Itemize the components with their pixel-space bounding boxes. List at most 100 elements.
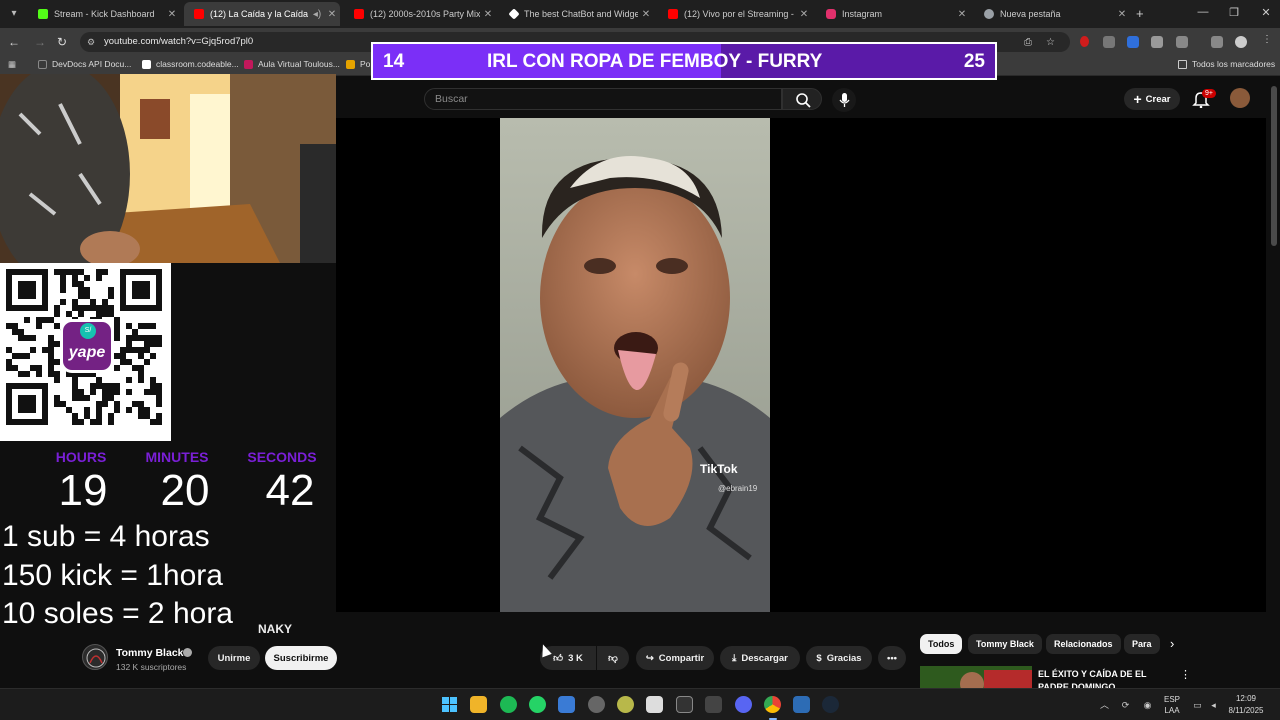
app-yellow-icon[interactable]	[617, 696, 634, 713]
tab-vivo-streaming[interactable]: (12) Vivo por el Streaming - Yo ✕	[658, 2, 812, 26]
obs-icon[interactable]	[588, 696, 605, 713]
timer-minutes-label: MINUTES	[145, 449, 209, 465]
new-tab-button[interactable]: +	[1136, 6, 1144, 21]
close-icon[interactable]: ✕	[164, 9, 180, 20]
close-icon[interactable]: ✕	[796, 9, 812, 20]
verified-check-icon	[183, 648, 192, 657]
tiktok-username: @ebrain19	[718, 484, 758, 493]
discord-icon[interactable]	[735, 696, 752, 713]
network-icon[interactable]: ▭	[1192, 700, 1203, 711]
search-button[interactable]	[782, 88, 822, 110]
video-player[interactable]: TikTok @ebrain19	[336, 118, 1266, 612]
speaker-icon[interactable]: ◂)	[310, 9, 324, 20]
close-icon[interactable]: ✕	[1114, 9, 1130, 20]
url-text[interactable]: youtube.com/watch?v=Gjq5rod7pl0	[104, 36, 253, 47]
window-close-icon[interactable]: ✕	[1256, 6, 1276, 19]
recommended-title[interactable]: EL ÉXITO Y CAÍDA DE EL PADRE DOMINGO	[1038, 668, 1178, 688]
whatsapp-icon[interactable]	[529, 696, 546, 713]
terminal-icon[interactable]	[676, 696, 693, 713]
photos-icon[interactable]	[558, 696, 575, 713]
rec-more-icon[interactable]: ⋮	[1180, 668, 1191, 681]
tab-new-tab[interactable]: Nueva pestaña ✕	[974, 2, 1130, 26]
dislike-button[interactable]: 👎︎	[597, 646, 629, 670]
spotify-icon[interactable]	[500, 696, 517, 713]
reload-icon[interactable]: ↻	[54, 34, 70, 50]
chrome-icon[interactable]	[764, 696, 781, 713]
install-app-icon[interactable]: ⎙	[1024, 37, 1032, 48]
tab-instagram[interactable]: Instagram ✕	[816, 2, 970, 26]
video-frame[interactable]: TikTok @ebrain19	[500, 118, 770, 612]
extension-blue-icon[interactable]	[1127, 36, 1139, 48]
close-icon[interactable]: ✕	[638, 9, 654, 20]
extensions-icon[interactable]	[1176, 36, 1188, 48]
notepad-icon[interactable]	[646, 696, 663, 713]
page-scrollbar[interactable]	[1271, 86, 1277, 246]
screen: ▾ Stream - Kick Dashboard ✕ (12) La Caíd…	[0, 0, 1280, 720]
bookmark-all-folder[interactable]: Todos los marcadores	[1178, 59, 1275, 69]
channel-name[interactable]: Tommy Black	[116, 647, 184, 659]
sync-icon[interactable]: ⟳	[1120, 700, 1131, 711]
close-icon[interactable]: ✕	[480, 9, 496, 20]
file-explorer-icon[interactable]	[470, 696, 487, 713]
extension-gray-icon[interactable]	[1103, 36, 1115, 48]
volume-icon[interactable]: ◂	[1208, 700, 1219, 711]
aula-icon	[244, 59, 253, 69]
forward-icon[interactable]: →	[32, 34, 48, 50]
tray-mic-icon[interactable]: ◉	[1142, 700, 1153, 711]
close-icon[interactable]: ✕	[954, 9, 970, 20]
timer-seconds-value: 42	[265, 466, 315, 515]
tray-overflow-icon[interactable]: ︿	[1099, 700, 1110, 711]
tab-kick-dashboard[interactable]: Stream - Kick Dashboard ✕	[28, 2, 180, 26]
tab-party-mix[interactable]: (12) 2000s-2010s Party Mix | - ✕	[344, 2, 496, 26]
steam-icon[interactable]	[822, 696, 839, 713]
app-window-icon[interactable]	[793, 696, 810, 713]
keyboard-layout[interactable]: LAA	[1160, 706, 1184, 715]
thanks-button[interactable]: $ Gracias	[806, 646, 872, 670]
bookmark-star-icon[interactable]: ☆	[1046, 37, 1055, 48]
recommended-thumbnail[interactable]	[920, 666, 1032, 690]
site-info-icon[interactable]: ⚙	[87, 35, 97, 49]
channel-avatar[interactable]	[82, 644, 108, 670]
youtube-icon	[194, 9, 204, 19]
minimize-icon[interactable]: —	[1193, 6, 1213, 18]
clock-date[interactable]: 8/11/2025	[1222, 706, 1270, 715]
back-icon[interactable]: ←	[6, 34, 22, 50]
download-button[interactable]: ⤓ Descargar	[720, 646, 800, 670]
chip-para[interactable]: Para	[1124, 634, 1160, 654]
more-actions-button[interactable]: •••	[878, 646, 906, 670]
clock-time[interactable]: 12:09	[1226, 694, 1266, 703]
bookmark-aula-virtual[interactable]: Aula Virtual Toulous...	[244, 59, 340, 69]
bookmark-devdocs[interactable]: DevDocs API Docu...	[38, 59, 131, 69]
language-code[interactable]: ESP	[1160, 695, 1184, 704]
chip-relacionados[interactable]: Relacionados	[1046, 634, 1121, 654]
tab-list-icon[interactable]: ▾	[6, 6, 22, 22]
rule-kick: 150 kick = 1hora	[2, 559, 223, 592]
bookmark-po[interactable]: Po	[346, 59, 370, 69]
join-button[interactable]: Unirme	[208, 646, 260, 670]
globe-icon	[984, 9, 994, 19]
menu-kebab-icon[interactable]: ⋮	[1262, 34, 1272, 45]
tab-chatbot[interactable]: The best ChatBot and Widgets ✕	[500, 2, 654, 26]
create-button[interactable]: + Crear	[1124, 88, 1180, 110]
close-icon[interactable]: ✕	[324, 9, 340, 20]
goal-target: 25	[963, 51, 985, 72]
tab-youtube-active[interactable]: (12) La Caída y la Caída de ◂) ✕	[184, 2, 340, 26]
extension-puzzle-icon[interactable]	[1151, 36, 1163, 48]
voice-search-button[interactable]	[832, 88, 856, 112]
media-control-icon[interactable]	[1211, 36, 1223, 48]
bookmark-classroom[interactable]: classroom.codeable...	[142, 59, 239, 69]
chip-todos[interactable]: Todos	[920, 634, 963, 654]
yape-coin-icon: S/	[80, 323, 96, 339]
chip-tommy-black[interactable]: Tommy Black	[968, 634, 1042, 654]
share-button[interactable]: ↪ Compartir	[636, 646, 714, 670]
search-input[interactable]: Buscar	[424, 88, 782, 110]
subscribe-button[interactable]: Suscribirme	[265, 646, 337, 670]
extension-red-icon[interactable]	[1080, 36, 1089, 47]
account-avatar[interactable]	[1230, 88, 1250, 108]
capcut-icon[interactable]	[705, 696, 722, 713]
restore-icon[interactable]: ❐	[1224, 6, 1244, 19]
profile-icon[interactable]	[1235, 36, 1247, 48]
windows-start-icon[interactable]	[441, 696, 458, 713]
chevron-right-icon[interactable]: ›	[1170, 636, 1174, 651]
apps-grid-icon[interactable]: ▦	[8, 59, 16, 70]
